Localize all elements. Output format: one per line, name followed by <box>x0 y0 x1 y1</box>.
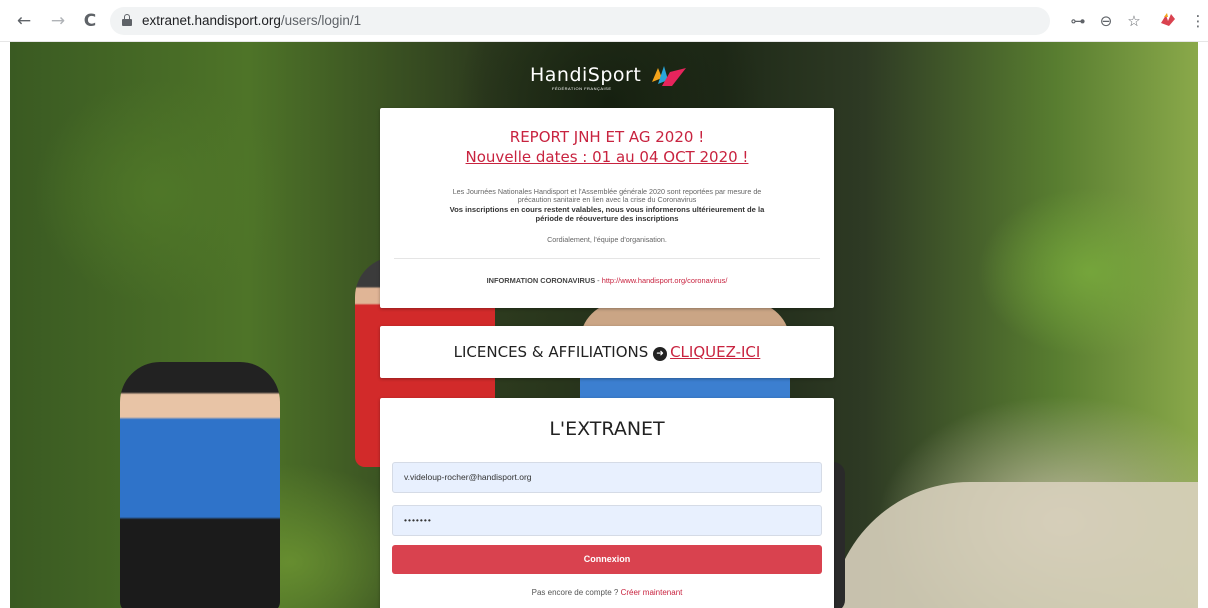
coronavirus-link[interactable]: http://www.handisport.org/coronavirus/ <box>602 276 728 285</box>
browser-toolbar: ← → C extranet.handisport.org/users/logi… <box>0 0 1208 42</box>
login-title: L'EXTRANET <box>549 418 665 440</box>
lock-icon[interactable] <box>122 14 132 26</box>
logo-mark-icon <box>652 66 686 86</box>
licences-card: LICENCES & AFFILIATIONS ➜ CLIQUEZ-ICI <box>380 326 834 378</box>
signup-line: Pas encore de compte ? Créer maintenant <box>380 588 834 597</box>
address-bar[interactable]: extranet.handisport.org/users/login/1 <box>110 7 1050 35</box>
notice-signature: Cordialement, l'équipe d'organisation. <box>547 235 667 244</box>
cyclist-front <box>120 362 280 608</box>
info-sep: - <box>595 276 602 285</box>
menu-icon[interactable]: ⋮ <box>1188 11 1208 31</box>
back-icon[interactable]: ← <box>14 11 34 31</box>
signup-link[interactable]: Créer maintenant <box>621 588 683 597</box>
licences-label: LICENCES & AFFILIATIONS <box>453 343 649 361</box>
notice-dates-link[interactable]: Nouvelle dates : 01 au 04 OCT 2020 ! <box>380 148 834 166</box>
notice-title: REPORT JNH ET AG 2020 ! <box>509 128 705 146</box>
login-card: L'EXTRANET v.videloup-rocher@handisport.… <box>380 398 834 608</box>
reload-icon[interactable]: C <box>80 11 100 31</box>
key-icon[interactable]: ⊶ <box>1068 11 1088 31</box>
url-text[interactable]: extranet.handisport.org/users/login/1 <box>142 13 361 28</box>
notice-bold-1: Vos inscriptions en cours restent valabl… <box>449 205 765 214</box>
info-line: INFORMATION CORONAVIRUS - http://www.han… <box>380 276 834 285</box>
zoom-icon[interactable]: ⊖ <box>1096 11 1116 31</box>
arrow-circle-icon: ➜ <box>653 347 668 361</box>
licences-line: LICENCES & AFFILIATIONS ➜ CLIQUEZ-ICI <box>380 343 834 361</box>
logo-subtitle: FÉDÉRATION FRANÇAISE <box>552 86 612 91</box>
notice-card: REPORT JNH ET AG 2020 ! Nouvelle dates :… <box>380 108 834 308</box>
url-host: extranet.handisport.org <box>142 13 281 28</box>
info-label: INFORMATION CORONAVIRUS <box>486 276 596 285</box>
star-icon[interactable]: ☆ <box>1124 11 1144 31</box>
dirt-path <box>830 482 1198 608</box>
url-path: /users/login/1 <box>280 13 362 28</box>
email-field[interactable]: v.videloup-rocher@handisport.org <box>392 462 822 493</box>
extension-icon[interactable] <box>1158 11 1178 31</box>
divider <box>394 258 820 259</box>
licences-link[interactable]: CLIQUEZ-ICI <box>670 343 760 361</box>
notice-body-2: précaution sanitaire en lien avec la cri… <box>517 195 697 204</box>
password-field[interactable]: ••••••• <box>392 505 822 536</box>
forward-icon[interactable]: → <box>48 11 68 31</box>
handisport-logo[interactable]: HandiSport FÉDÉRATION FRANÇAISE <box>530 62 690 92</box>
logo-text: HandiSport <box>530 64 642 86</box>
login-button[interactable]: Connexion <box>392 545 822 574</box>
signup-text: Pas encore de compte ? <box>531 588 621 597</box>
notice-bold-2: période de réouverture des inscriptions <box>535 214 679 223</box>
